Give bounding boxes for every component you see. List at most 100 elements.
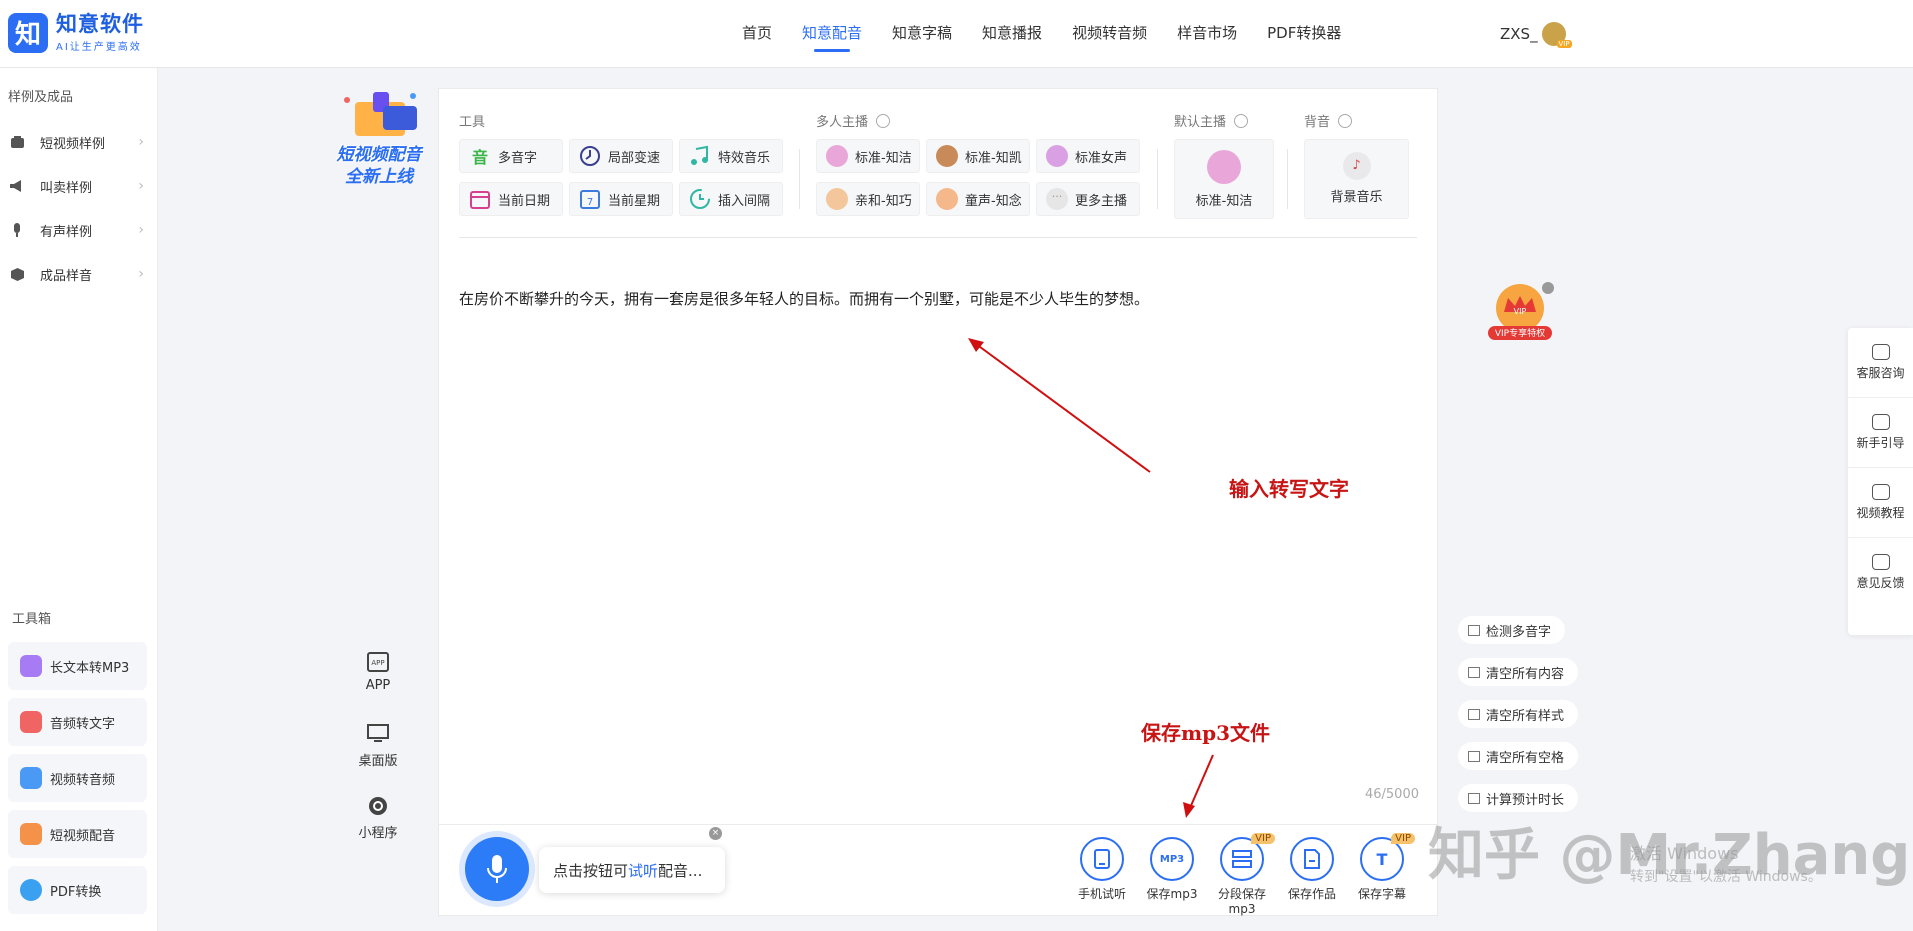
miniprogram-link[interactable]: 小程序 bbox=[345, 796, 411, 841]
tip-highlight[interactable]: 试听 bbox=[628, 860, 658, 881]
bgm-card[interactable]: ♪ 背景音乐 bbox=[1304, 139, 1409, 219]
top-header: 知 知意软件 AI让生产更高效 首页 知意配音 知意字稿 知意播报 视频转音频 … bbox=[0, 0, 1913, 68]
sidebar-item-hawking[interactable]: 叫卖样例 › bbox=[10, 176, 146, 196]
sidebar-item-finished[interactable]: 成品样音 › bbox=[10, 264, 146, 284]
tool-short-video-dubbing[interactable]: 短视频配音 bbox=[8, 810, 147, 858]
action-label: 保存字幕 bbox=[1357, 887, 1406, 901]
close-icon[interactable]: × bbox=[709, 827, 722, 840]
detect-polyphone-button[interactable]: 检测多音字 bbox=[1458, 616, 1566, 644]
video-tutorial-button[interactable]: 视频教程 bbox=[1848, 468, 1913, 538]
multi-anchor-label: 多人主播 bbox=[816, 111, 891, 130]
save-work-button[interactable]: 保存作品 bbox=[1277, 837, 1347, 902]
tool-label: 短视频配音 bbox=[50, 828, 116, 844]
clock-icon bbox=[578, 144, 602, 168]
bgm-name: 背景音乐 bbox=[1330, 190, 1383, 205]
toolbox-title: 工具箱 bbox=[12, 612, 52, 627]
save-mp3-button[interactable]: MP3 保存mp3 bbox=[1137, 837, 1207, 902]
timer-icon bbox=[1468, 792, 1480, 804]
nav-pdf-converter[interactable]: PDF转换器 bbox=[1267, 0, 1341, 68]
more-anchors-label: 更多主播 bbox=[1075, 193, 1128, 209]
tool-pdf-convert[interactable]: PDF转换 bbox=[8, 866, 147, 914]
estimate-duration-button[interactable]: 计算预计时长 bbox=[1458, 784, 1579, 812]
play-icon bbox=[1871, 484, 1890, 500]
beginner-guide-button[interactable]: 新手引导 bbox=[1848, 398, 1913, 468]
app-icon: APP bbox=[367, 652, 389, 672]
megaphone-icon bbox=[10, 179, 24, 193]
avatar bbox=[936, 145, 958, 167]
timer-icon bbox=[688, 187, 712, 211]
gear-icon[interactable] bbox=[876, 113, 891, 128]
anchor-zhinian-button[interactable]: 童声-知念 bbox=[926, 182, 1030, 216]
app-download-link[interactable]: APP APP bbox=[345, 652, 411, 693]
default-anchor-name: 标准-知洁 bbox=[1195, 194, 1253, 209]
book-icon bbox=[1468, 624, 1480, 636]
user-menu[interactable]: ZXS_ VIP bbox=[1500, 22, 1572, 48]
default-anchor-card[interactable]: 标准-知洁 bbox=[1174, 139, 1274, 219]
desktop-download-link[interactable]: 桌面版 bbox=[345, 724, 411, 769]
weekday-calendar-icon: 7 bbox=[578, 187, 602, 211]
logo[interactable]: 知 知意软件 AI让生产更高效 bbox=[8, 12, 144, 53]
tool-audio-to-text[interactable]: 音频转文字 bbox=[8, 698, 147, 746]
tool-video-to-audio[interactable]: 视频转音频 bbox=[8, 754, 147, 802]
nav-home[interactable]: 首页 bbox=[742, 0, 772, 68]
current-weekday-label: 当前星期 bbox=[608, 193, 661, 209]
polyphone-button[interactable]: 音 多音字 bbox=[459, 139, 563, 173]
chat-icon bbox=[1871, 344, 1890, 360]
logo-name: 知意软件 bbox=[56, 12, 144, 36]
action-label: 保存作品 bbox=[1287, 887, 1336, 901]
default-anchor-label: 默认主播 bbox=[1174, 111, 1249, 130]
tool-label: 视频转音频 bbox=[50, 772, 116, 788]
video-audio-icon bbox=[20, 767, 42, 789]
clear-styles-button[interactable]: 清空所有样式 bbox=[1458, 700, 1579, 728]
anchor-female-button[interactable]: 标准女声 bbox=[1036, 139, 1140, 173]
nav-script[interactable]: 知意字稿 bbox=[892, 0, 952, 68]
anchor-zhiqiao-button[interactable]: 亲和-知巧 bbox=[816, 182, 920, 216]
editor-textarea[interactable]: 在房价不断攀升的今天，拥有一套房是很多年轻人的目标。而拥有一个别墅，可能是不少人… bbox=[459, 288, 1149, 309]
sidebar-item-audio[interactable]: 有声样例 › bbox=[10, 220, 146, 240]
phone-listen-button[interactable]: 手机试听 bbox=[1067, 837, 1137, 902]
current-weekday-button[interactable]: 7 当前星期 bbox=[569, 182, 673, 216]
insert-interval-button[interactable]: 插入间隔 bbox=[679, 182, 783, 216]
monitor-icon bbox=[367, 724, 389, 744]
gear-icon[interactable] bbox=[1338, 113, 1353, 128]
vip-badge-label: VIP专享特权 bbox=[1495, 327, 1545, 339]
feedback-button[interactable]: 意见反馈 bbox=[1848, 538, 1913, 608]
avatar bbox=[1207, 150, 1241, 184]
current-date-button[interactable]: 当前日期 bbox=[459, 182, 563, 216]
more-anchors-button[interactable]: ··· 更多主播 bbox=[1036, 182, 1140, 216]
mp3-icon bbox=[20, 655, 42, 677]
gear-icon[interactable] bbox=[1234, 113, 1249, 128]
microphone-button[interactable] bbox=[465, 837, 529, 901]
anchor-zhijie-button[interactable]: 标准-知洁 bbox=[816, 139, 920, 173]
nav-broadcast[interactable]: 知意播报 bbox=[982, 0, 1042, 68]
promo-banner[interactable]: 短视频配音 全新上线 bbox=[325, 88, 433, 188]
anchor-zhikai-button[interactable]: 标准-知凯 bbox=[926, 139, 1030, 173]
customer-service-button[interactable]: 客服咨询 bbox=[1848, 328, 1913, 398]
vip-privilege-badge[interactable]: VIP VIP专享特权 bbox=[1484, 282, 1556, 344]
save-subtitle-button[interactable]: T 保存字幕 VIP bbox=[1347, 833, 1417, 902]
action-label: 保存mp3 bbox=[1146, 887, 1198, 901]
sidebar-item-label: 有声样例 bbox=[40, 224, 93, 240]
tool-long-text-mp3[interactable]: 长文本转MP3 bbox=[8, 642, 147, 690]
bgm-label: 背音 bbox=[1304, 111, 1353, 130]
nav-dubbing[interactable]: 知意配音 bbox=[802, 0, 862, 68]
effect-music-button[interactable]: 特效音乐 bbox=[679, 139, 783, 173]
action-label: 分段保存mp3 bbox=[1217, 887, 1266, 916]
anchor-label: 亲和-知巧 bbox=[855, 193, 912, 209]
app-label: APP bbox=[365, 678, 391, 693]
clear-spaces-button[interactable]: 清空所有空格 bbox=[1458, 742, 1579, 770]
nav-video-to-audio[interactable]: 视频转音频 bbox=[1072, 0, 1147, 68]
avatar bbox=[1046, 145, 1068, 167]
segment-save-mp3-button[interactable]: 分段保存mp3 VIP bbox=[1207, 833, 1277, 916]
chevron-right-icon: › bbox=[138, 134, 144, 150]
music-icon: ♪ bbox=[1342, 152, 1371, 180]
sidebar-item-short-video[interactable]: 短视频样例 › bbox=[10, 132, 146, 152]
anchor-label: 童声-知念 bbox=[965, 193, 1022, 209]
nav-sample-market[interactable]: 样音市场 bbox=[1177, 0, 1237, 68]
clear-icon bbox=[1468, 666, 1480, 678]
sidebar-item-label: 叫卖样例 bbox=[40, 180, 93, 196]
local-speed-button[interactable]: 局部变速 bbox=[569, 139, 673, 173]
sidebar-title: 样例及成品 bbox=[8, 90, 74, 105]
clear-content-button[interactable]: 清空所有内容 bbox=[1458, 658, 1579, 686]
microphone-icon bbox=[487, 855, 507, 883]
